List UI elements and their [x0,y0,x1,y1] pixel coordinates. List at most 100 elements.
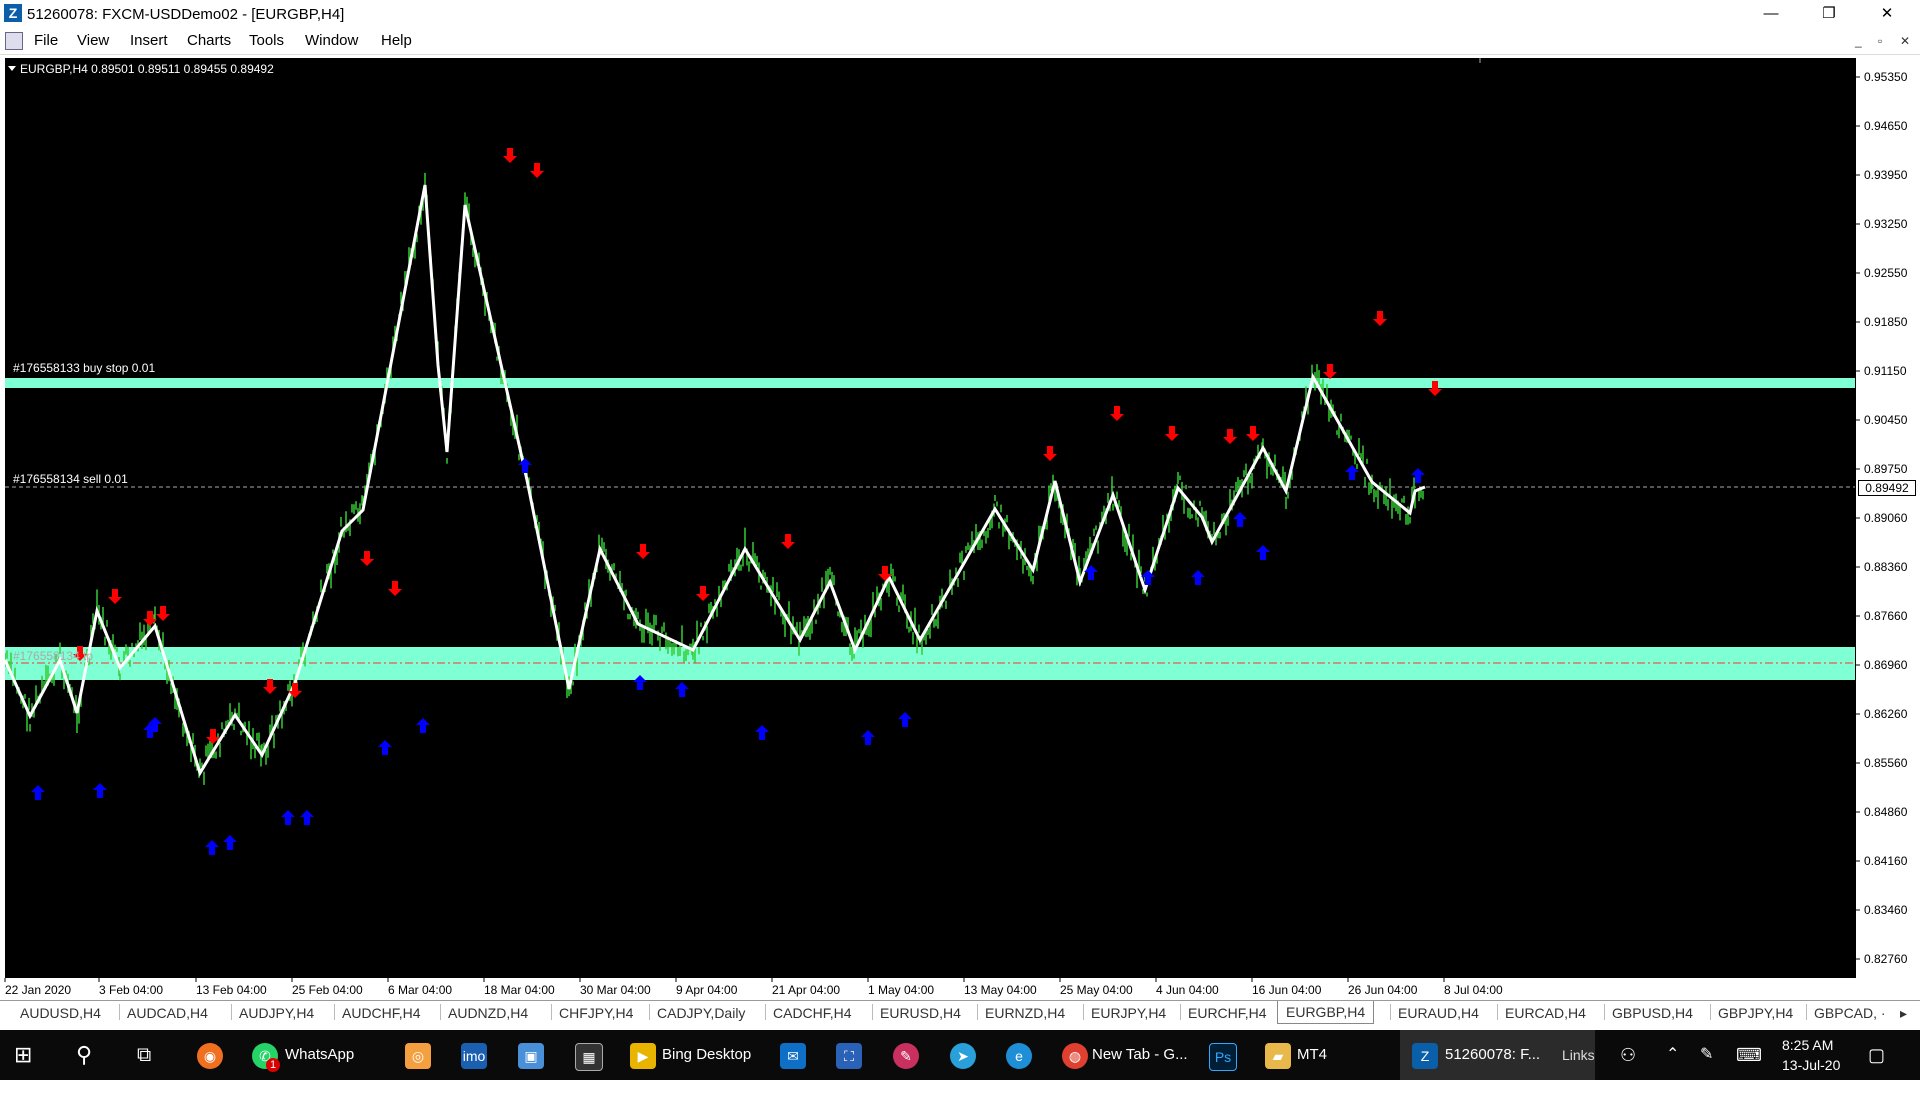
chrome-icon[interactable]: ◍ [1062,1043,1088,1069]
tab-divider [872,1004,873,1020]
time-tick-label: 3 Feb 04:00 [99,983,163,997]
menu-file[interactable]: File [34,32,58,49]
menu-tools[interactable]: Tools [249,32,284,49]
price-tick-label: 0.82760 [1864,952,1908,966]
chart-tab[interactable]: EURJPY,H4 [1091,1005,1166,1021]
calculator-icon[interactable]: ▦ [575,1043,603,1071]
chart-doc-icon[interactable] [5,32,23,50]
price-tick-label: 0.91850 [1864,315,1908,329]
time-tick-label: 16 Jun 04:00 [1252,983,1322,997]
chart-tab[interactable]: EURCAD,H4 [1505,1005,1586,1021]
time-tick-label: 25 Feb 04:00 [292,983,363,997]
edge-icon[interactable]: e [1006,1043,1032,1069]
fractal-up-arrow [31,785,45,800]
menu-view[interactable]: View [77,32,109,49]
chart-tab[interactable]: GBPCAD, · [1814,1005,1886,1021]
tab-scroll-right-icon[interactable]: ▸ [1900,1005,1907,1022]
fractal-down-arrow [1246,426,1260,441]
price-axis: 0.95350 0.94650 0.93950 0.93250 0.92550 0.918… [1855,58,1920,978]
price-tick-label: 0.86260 [1864,707,1908,721]
chart-tab[interactable]: GBPJPY,H4 [1718,1005,1793,1021]
tab-divider [649,1004,650,1020]
chart-tab[interactable]: GBPUSD,H4 [1612,1005,1693,1021]
photos-icon[interactable]: ▣ [518,1043,544,1069]
mail-icon[interactable]: ✉ [780,1043,806,1069]
chart-tab[interactable]: AUDUSD,H4 [20,1005,101,1021]
chart-header-triangle-icon[interactable] [8,66,16,71]
chevron-up-icon[interactable]: ⌃ [1666,1030,1679,1080]
telegram-icon[interactable]: ➤ [950,1043,976,1069]
clock-date[interactable]: 13-Jul-20 [1782,1055,1840,1105]
fractal-down-arrow [263,679,277,694]
mt4-icon: Z [4,4,22,22]
menu-insert[interactable]: Insert [130,32,168,49]
links-toolbar[interactable]: Links [1562,1030,1595,1080]
price-chart[interactable]: EURGBP,H4 0.89501 0.89511 0.89455 0.8949… [3,58,1855,978]
chart-tab[interactable]: AUDJPY,H4 [239,1005,314,1021]
people-icon[interactable]: ⚇ [1620,1030,1636,1080]
chart-tab[interactable]: CADJPY,Daily [657,1005,745,1021]
mdi-close-button[interactable]: ✕ [1900,34,1910,48]
tab-divider [334,1004,335,1020]
tab-divider [765,1004,766,1020]
chart-canvas[interactable]: EURGBP,H4 0.89501 0.89511 0.89455 0.8949… [3,58,1855,978]
whatsapp-taskbar-item[interactable]: WhatsApp [285,1030,354,1080]
minimize-button[interactable]: — [1748,0,1794,28]
fractal-up-arrow [1191,570,1205,585]
notifications-icon[interactable]: ▢ [1868,1030,1885,1080]
buy-stop-band[interactable] [5,378,1855,388]
chart-tab[interactable]: CHFJPY,H4 [559,1005,633,1021]
paint-icon[interactable]: ✎ [893,1043,919,1069]
mt4-window-label: 51260078: F... [1445,1046,1541,1063]
chart-tabs: AUDUSD,H4 AUDCAD,H4 AUDJPY,H4 AUDCHF,H4 AUDN… [0,1000,1920,1025]
photoshop-icon[interactable]: Ps [1209,1043,1237,1071]
chart-tab[interactable]: EURGBP,H4 [1277,1001,1375,1024]
price-tick-label: 0.83460 [1864,903,1908,917]
store-icon[interactable]: ⛶ [836,1043,862,1069]
pen-icon[interactable]: ✎ [1700,1030,1713,1080]
current-price-label: 0.89492 [1858,480,1916,496]
mt4-folder-taskbar-item[interactable]: MT4 [1297,1030,1327,1080]
fractal-up-arrow [416,718,430,733]
menu-help[interactable]: Help [381,32,412,49]
buy-stop-label: #176558133 buy stop 0.01 [13,361,155,375]
fractal-down-arrow [1165,426,1179,441]
chart-tab[interactable]: CADCHF,H4 [773,1005,852,1021]
search-icon[interactable]: ⚲ [76,1030,92,1080]
app-orange-icon[interactable]: ◎ [405,1043,431,1069]
restore-button[interactable]: ❐ [1806,0,1852,28]
close-button[interactable]: ✕ [1864,0,1910,28]
fractal-down-arrow [108,589,122,604]
bing-desktop-icon[interactable]: ▶ [630,1043,656,1069]
basketball-app-icon[interactable]: ◉ [197,1043,223,1069]
windows-start-icon[interactable]: ⊞ [14,1030,32,1080]
menu-charts[interactable]: Charts [187,32,231,49]
chrome-taskbar-item[interactable]: New Tab - G... [1092,1030,1188,1080]
fractal-down-arrow [1110,406,1124,421]
bing-desktop-taskbar-item[interactable]: Bing Desktop [662,1030,751,1080]
menu-window[interactable]: Window [305,32,358,49]
tab-divider [440,1004,441,1020]
fractal-down-arrow [388,581,402,596]
fractal-down-arrow [360,551,374,566]
chart-tab[interactable]: EURNZD,H4 [985,1005,1065,1021]
mdi-minimize-button[interactable]: _ [1855,34,1862,48]
imo-icon[interactable]: imo [461,1043,487,1069]
folder-icon[interactable]: ▰ [1265,1043,1291,1069]
chart-tab[interactable]: EURUSD,H4 [880,1005,961,1021]
chart-tab[interactable]: AUDCAD,H4 [127,1005,208,1021]
chart-tab[interactable]: AUDCHF,H4 [342,1005,421,1021]
fractal-down-arrow [156,606,170,621]
task-view-icon[interactable]: ⧉ [137,1030,151,1080]
mdi-restore-button[interactable]: ▫ [1878,34,1882,48]
chart-tab[interactable]: EURCHF,H4 [1188,1005,1267,1021]
fractal-up-arrow [93,783,107,798]
windows-taskbar: ⊞ ⚲ ⧉ ◉ ✆ 1 WhatsApp ◎ imo ▣ ▦ ▶ Bing De… [0,1030,1920,1080]
time-tick-label: 13 May 04:00 [964,983,1037,997]
keyboard-icon[interactable]: ⌨ [1736,1030,1762,1080]
chart-tab[interactable]: AUDNZD,H4 [448,1005,528,1021]
fractal-up-arrow [1256,545,1270,560]
chart-header: EURGBP,H4 0.89501 0.89511 0.89455 0.8949… [20,62,274,76]
sell-order-label: #176558134 sell 0.01 [13,472,128,486]
chart-tab[interactable]: EURAUD,H4 [1398,1005,1479,1021]
